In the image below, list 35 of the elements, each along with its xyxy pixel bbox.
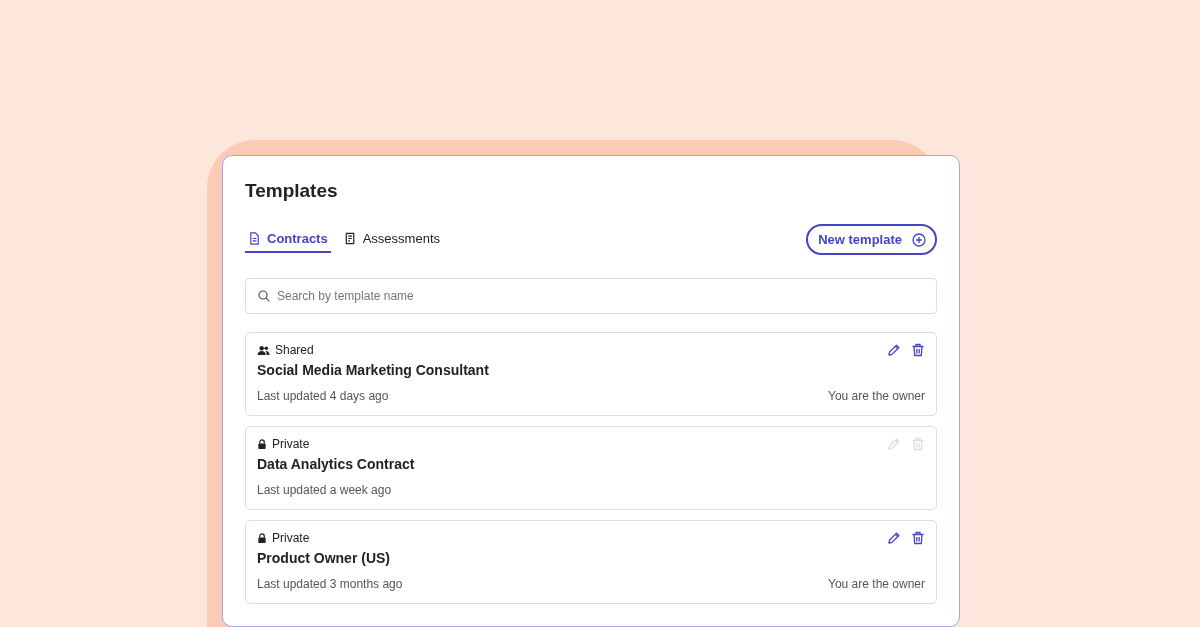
template-name: Data Analytics Contract	[257, 456, 416, 472]
trash-icon	[911, 343, 925, 357]
delete-button[interactable]	[911, 343, 925, 357]
visibility-label: Shared	[275, 343, 314, 357]
delete-button[interactable]	[911, 531, 925, 545]
owner-note: You are the owner	[828, 389, 925, 403]
people-icon	[257, 344, 270, 356]
last-updated-text: Last updated 3 months ago	[257, 577, 403, 591]
checklist-icon	[343, 231, 357, 245]
template-name: Product Owner (US)	[257, 550, 391, 566]
new-template-button[interactable]: New template	[806, 224, 937, 255]
lock-icon	[257, 438, 267, 450]
tab[interactable]: Contracts	[245, 226, 331, 253]
document-icon	[248, 231, 261, 245]
template-card[interactable]: Private Product Owner (US) Last updated 3 months ago You are the owner	[245, 520, 937, 604]
pencil-icon	[887, 437, 901, 451]
template-name: Social Media Marketing Consultant	[257, 362, 490, 378]
last-updated-text: Last updated a week ago	[257, 483, 392, 497]
last-updated-text: Last updated 4 days ago	[257, 389, 389, 403]
edit-button[interactable]	[887, 531, 901, 545]
template-card[interactable]: Shared Social Media Marketing Consultant Last updated 4 days ago You are the owner	[245, 332, 937, 416]
pencil-icon	[887, 343, 901, 357]
page-title: Templates	[245, 180, 339, 202]
tab[interactable]: Assessments	[340, 226, 443, 253]
edit-button[interactable]	[887, 343, 901, 357]
visibility-label: Private	[272, 531, 310, 545]
owner-note: You are the owner	[828, 577, 925, 591]
plus-circle-icon	[912, 232, 926, 247]
trash-icon	[911, 531, 925, 545]
visibility-label: Private	[272, 437, 310, 451]
search-field[interactable]: Search by template name	[245, 278, 937, 314]
lock-icon	[257, 532, 267, 544]
trash-icon	[911, 437, 925, 451]
search-icon	[258, 290, 270, 302]
pencil-icon	[887, 531, 901, 545]
